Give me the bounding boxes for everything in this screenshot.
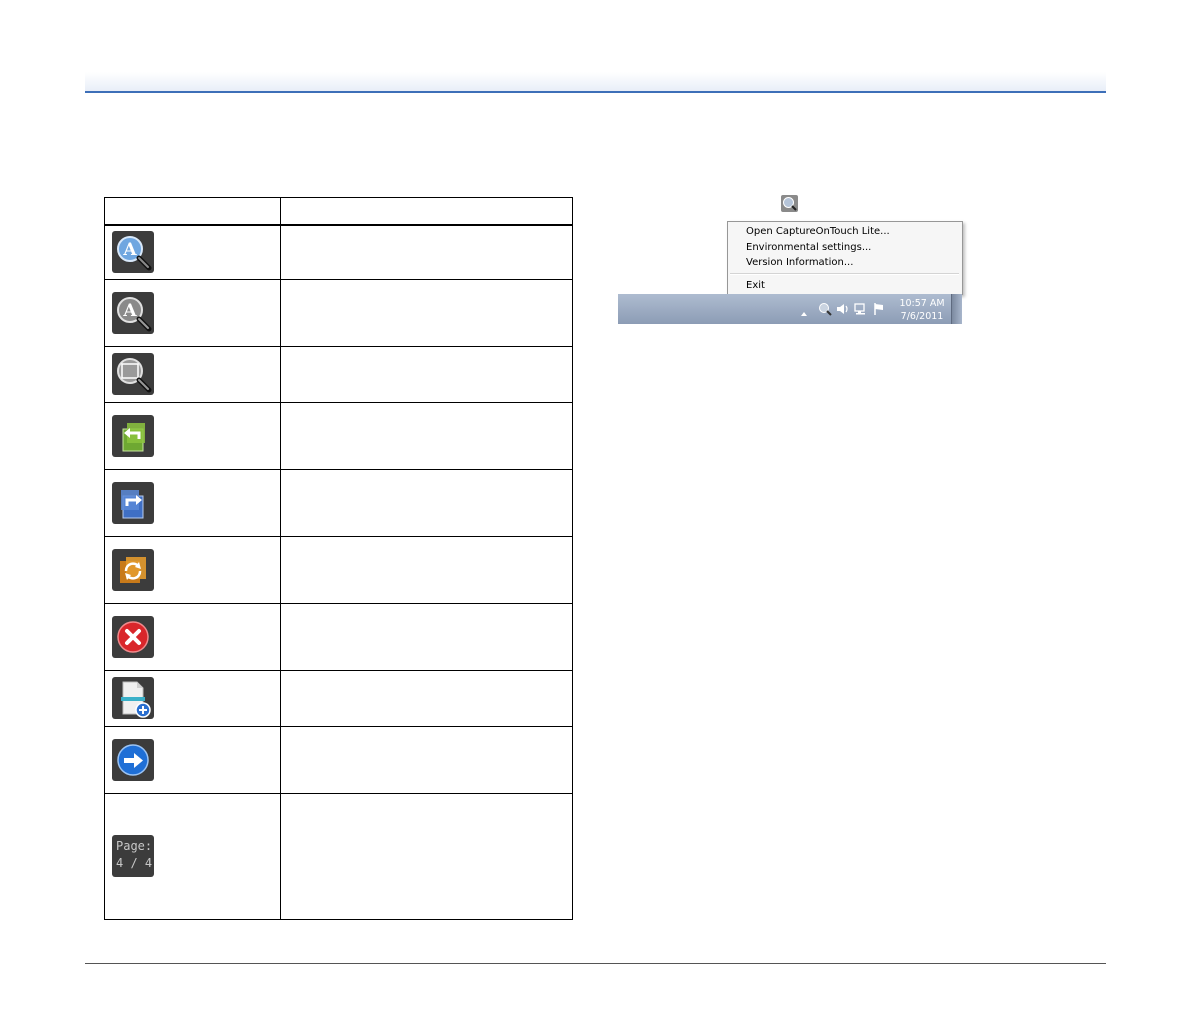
manual-page: A A Page: 4 / 4 Open CaptureOnTouch Lite… <box>0 0 1190 1020</box>
description-cell <box>280 535 573 604</box>
icon-cell <box>104 669 281 727</box>
icon-cell: A <box>104 278 281 347</box>
page-counter-label: Page: <box>116 839 153 853</box>
table-row <box>104 345 573 403</box>
table-row <box>104 669 573 727</box>
delete-page-icon <box>112 615 154 658</box>
description-cell <box>280 792 573 920</box>
table-row <box>104 725 573 794</box>
table-header-row <box>104 197 573 226</box>
table-row: Page: 4 / 4 <box>104 792 573 920</box>
icon-cell <box>104 468 281 537</box>
icon-cell <box>104 535 281 604</box>
table-header-icon <box>104 197 281 226</box>
rotate-180-icon <box>112 548 154 591</box>
page-counter: Page: 4 / 4 <box>112 835 154 877</box>
svg-text:A: A <box>122 301 137 321</box>
tray-context-menu: Open CaptureOnTouch Lite... Environmenta… <box>727 221 963 295</box>
description-cell <box>280 278 573 347</box>
notification-area <box>800 302 890 316</box>
toolbar-icon-table: A A Page: 4 / 4 <box>104 197 573 920</box>
page-header-band <box>85 72 1106 93</box>
table-row <box>104 468 573 537</box>
rotate-right-icon <box>112 481 154 524</box>
continue-scan-icon <box>112 677 154 719</box>
clock-time: 10:57 AM <box>899 298 945 309</box>
show-hidden-icons-icon[interactable] <box>800 305 808 316</box>
page-footer-rule <box>85 963 1106 964</box>
icon-cell: A <box>104 224 281 280</box>
volume-icon[interactable] <box>836 302 850 316</box>
zoom-out-icon: A <box>112 291 154 334</box>
captureontouch-tray-icon-small[interactable] <box>818 302 832 316</box>
menu-item-exit[interactable]: Exit <box>746 279 765 293</box>
zoom-in-icon: A <box>112 231 154 274</box>
page-counter-value: 4 / 4 <box>116 856 153 870</box>
menu-item-open-captureontouch[interactable]: Open CaptureOnTouch Lite... <box>746 225 890 239</box>
icon-cell <box>104 345 281 403</box>
table-row <box>104 535 573 604</box>
table-row: A <box>104 278 573 347</box>
description-cell <box>280 468 573 537</box>
description-cell <box>280 602 573 671</box>
menu-separator <box>730 273 959 275</box>
icon-cell <box>104 401 281 470</box>
description-cell <box>280 725 573 794</box>
captureontouch-tray-icon[interactable] <box>781 195 798 212</box>
table-row <box>104 602 573 671</box>
menu-item-environmental-settings[interactable]: Environmental settings... <box>746 241 871 255</box>
table-row <box>104 401 573 470</box>
clock-date: 7/6/2011 <box>900 311 944 322</box>
taskbar-clock[interactable]: 10:57 AM 7/6/2011 <box>896 297 948 323</box>
network-icon[interactable] <box>854 302 868 316</box>
table-row: A <box>104 224 573 280</box>
windows-taskbar: 10:57 AM 7/6/2011 <box>618 294 962 324</box>
icon-cell: Page: 4 / 4 <box>104 792 281 920</box>
table-header-description <box>280 197 573 226</box>
description-cell <box>280 345 573 403</box>
rotate-left-icon <box>112 414 154 457</box>
description-cell <box>280 224 573 280</box>
icon-cell <box>104 602 281 671</box>
fit-to-page-icon <box>112 353 154 395</box>
menu-item-version-information[interactable]: Version Information... <box>746 256 853 270</box>
description-cell <box>280 401 573 470</box>
icon-cell <box>104 725 281 794</box>
svg-text:A: A <box>122 240 137 260</box>
show-desktop-button[interactable] <box>951 294 962 324</box>
action-center-flag-icon[interactable] <box>872 302 886 316</box>
next-step-icon <box>112 738 154 781</box>
description-cell <box>280 669 573 727</box>
